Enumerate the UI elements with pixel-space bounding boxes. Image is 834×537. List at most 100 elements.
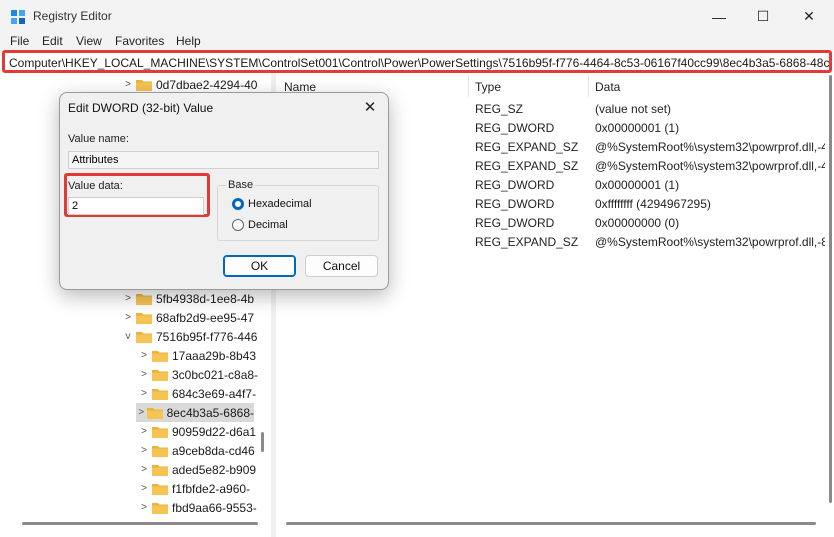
tree-item[interactable]: > fbd9aa66-9553- <box>136 498 257 517</box>
tree-item[interactable]: > a9ceb8da-cd46 <box>136 441 255 460</box>
expand-icon[interactable]: > <box>136 426 152 437</box>
dialog-title: Edit DWORD (32-bit) Value <box>68 101 214 115</box>
tree-item[interactable]: > 684c3e69-a4f7- <box>136 384 256 403</box>
close-window-button[interactable]: ✕ <box>786 0 832 33</box>
tree-item-label: 0d7dbae2-4294-40 <box>156 77 258 92</box>
ok-button[interactable]: OK <box>223 255 296 277</box>
folder-icon <box>152 388 168 400</box>
title-bar: Registry Editor — ☐ ✕ <box>0 0 834 33</box>
folder-icon <box>146 407 163 419</box>
folder-icon <box>152 445 168 457</box>
tree-item-label: 8ec4b3a5-6868- <box>166 405 254 420</box>
radio-decimal[interactable]: Decimal <box>232 219 288 231</box>
base-groupbox <box>217 185 379 241</box>
folder-icon <box>152 350 168 362</box>
value-data: 0xffffffff (4294967295) <box>595 197 711 211</box>
value-type: REG_SZ <box>475 102 524 116</box>
list-horizontal-scrollbar[interactable] <box>276 524 826 537</box>
expand-icon[interactable]: > <box>136 445 152 456</box>
folder-icon <box>152 483 168 495</box>
expand-icon[interactable]: > <box>136 464 152 475</box>
radio-hexadecimal[interactable]: Hexadecimal <box>232 198 312 210</box>
folder-icon <box>152 426 168 438</box>
expand-icon[interactable]: > <box>136 350 152 361</box>
tree-item-label: aded5e82-b909 <box>172 462 257 477</box>
list-horizontal-scroll-thumb[interactable] <box>286 522 816 525</box>
tree-item[interactable]: > 5fb4938d-1ee8-4b <box>120 289 254 308</box>
folder-open-icon <box>136 331 152 343</box>
menu-view[interactable]: View <box>76 34 102 48</box>
tree-item[interactable]: > 3c0bc021-c8a8- <box>136 365 258 384</box>
tree-item-label: 3c0bc021-c8a8- <box>172 367 259 382</box>
minimize-button[interactable]: — <box>696 0 742 33</box>
value-data: @%SystemRoot%\system32\powrprof.dll,-41 <box>595 159 825 173</box>
expand-icon[interactable]: > <box>136 502 152 513</box>
window-title: Registry Editor <box>33 9 112 23</box>
address-bar[interactable]: Computer\HKEY_LOCAL_MACHINE\SYSTEM\Contr… <box>2 50 832 73</box>
tree-vertical-scroll-thumb[interactable] <box>261 432 264 452</box>
menu-favorites[interactable]: Favorites <box>115 34 164 48</box>
value-type: REG_EXPAND_SZ <box>475 159 579 173</box>
tree-item-selected[interactable]: > 8ec4b3a5-6868- <box>136 403 254 422</box>
value-data: @%SystemRoot%\system32\powrprof.dll,-41 <box>595 140 825 154</box>
list-vertical-scroll-thumb[interactable] <box>829 75 832 503</box>
value-data: 0x00000001 (1) <box>595 121 680 135</box>
expand-icon[interactable]: > <box>136 388 152 399</box>
tree-item-label: 90959d22-d6a1 <box>172 424 257 439</box>
tree-item[interactable]: v 7516b95f-f776-446 <box>120 327 258 346</box>
value-type: REG_DWORD <box>475 121 555 135</box>
cancel-button[interactable]: Cancel <box>305 255 378 277</box>
folder-icon <box>152 464 168 476</box>
value-type: REG_DWORD <box>475 216 555 230</box>
value-data-label: Value data: <box>68 180 123 192</box>
expand-icon[interactable]: > <box>136 407 147 418</box>
expand-icon[interactable]: > <box>120 312 136 323</box>
expand-icon[interactable]: > <box>120 293 136 304</box>
dialog-close-button[interactable]: ✕ <box>360 97 380 117</box>
radio-checked-icon[interactable] <box>232 198 244 210</box>
column-divider[interactable] <box>468 75 469 97</box>
tree-item-label: 684c3e69-a4f7- <box>172 386 257 401</box>
tree-item-label: 5fb4938d-1ee8-4b <box>156 291 255 306</box>
expand-icon[interactable]: > <box>136 483 152 494</box>
tree-item-label: fbd9aa66-9553- <box>172 500 257 515</box>
tree-item-label: f1fbfde2-a960- <box>172 481 251 496</box>
tree-item[interactable]: > 17aaa29b-8b43 <box>136 346 256 365</box>
tree-item[interactable]: > f1fbfde2-a960- <box>136 479 250 498</box>
column-header-data[interactable]: Data <box>595 80 620 94</box>
registry-editor-icon <box>11 10 25 24</box>
radio-unchecked-icon[interactable] <box>232 219 244 231</box>
folder-icon <box>152 369 168 381</box>
folder-icon <box>136 312 152 324</box>
value-type: REG_EXPAND_SZ <box>475 235 579 249</box>
radio-decimal-label: Decimal <box>248 219 288 231</box>
value-name-field <box>68 151 379 169</box>
tree-item[interactable]: > 68afb2d9-ee95-47 <box>120 308 254 327</box>
value-name-label: Value name: <box>68 133 129 145</box>
collapse-icon[interactable]: v <box>120 331 136 342</box>
value-type: REG_EXPAND_SZ <box>475 140 579 154</box>
value-data: 0x00000001 (1) <box>595 178 680 192</box>
expand-icon[interactable]: > <box>136 369 152 380</box>
maximize-button[interactable]: ☐ <box>740 0 786 33</box>
value-data-input[interactable] <box>68 197 204 215</box>
expand-icon[interactable]: > <box>120 79 136 90</box>
tree-item[interactable]: > 90959d22-d6a1 <box>136 422 256 441</box>
value-type: REG_DWORD <box>475 197 555 211</box>
radio-hexadecimal-label: Hexadecimal <box>248 198 312 210</box>
tree-item-label: 7516b95f-f776-446 <box>156 329 258 344</box>
folder-icon <box>136 293 152 305</box>
tree-item-label: 68afb2d9-ee95-47 <box>156 310 255 325</box>
tree-horizontal-scrollbar[interactable] <box>0 524 270 537</box>
menu-edit[interactable]: Edit <box>42 34 63 48</box>
column-divider[interactable] <box>588 75 589 97</box>
menu-bar: File Edit View Favorites Help <box>0 33 834 50</box>
value-data: 0x00000000 (0) <box>595 216 680 230</box>
folder-icon <box>152 502 168 514</box>
menu-file[interactable]: File <box>10 34 29 48</box>
tree-item-label: 17aaa29b-8b43 <box>172 348 257 363</box>
menu-help[interactable]: Help <box>176 34 201 48</box>
tree-horizontal-scroll-thumb[interactable] <box>22 522 258 525</box>
tree-item[interactable]: > aded5e82-b909 <box>136 460 256 479</box>
column-header-type[interactable]: Type <box>475 80 501 94</box>
